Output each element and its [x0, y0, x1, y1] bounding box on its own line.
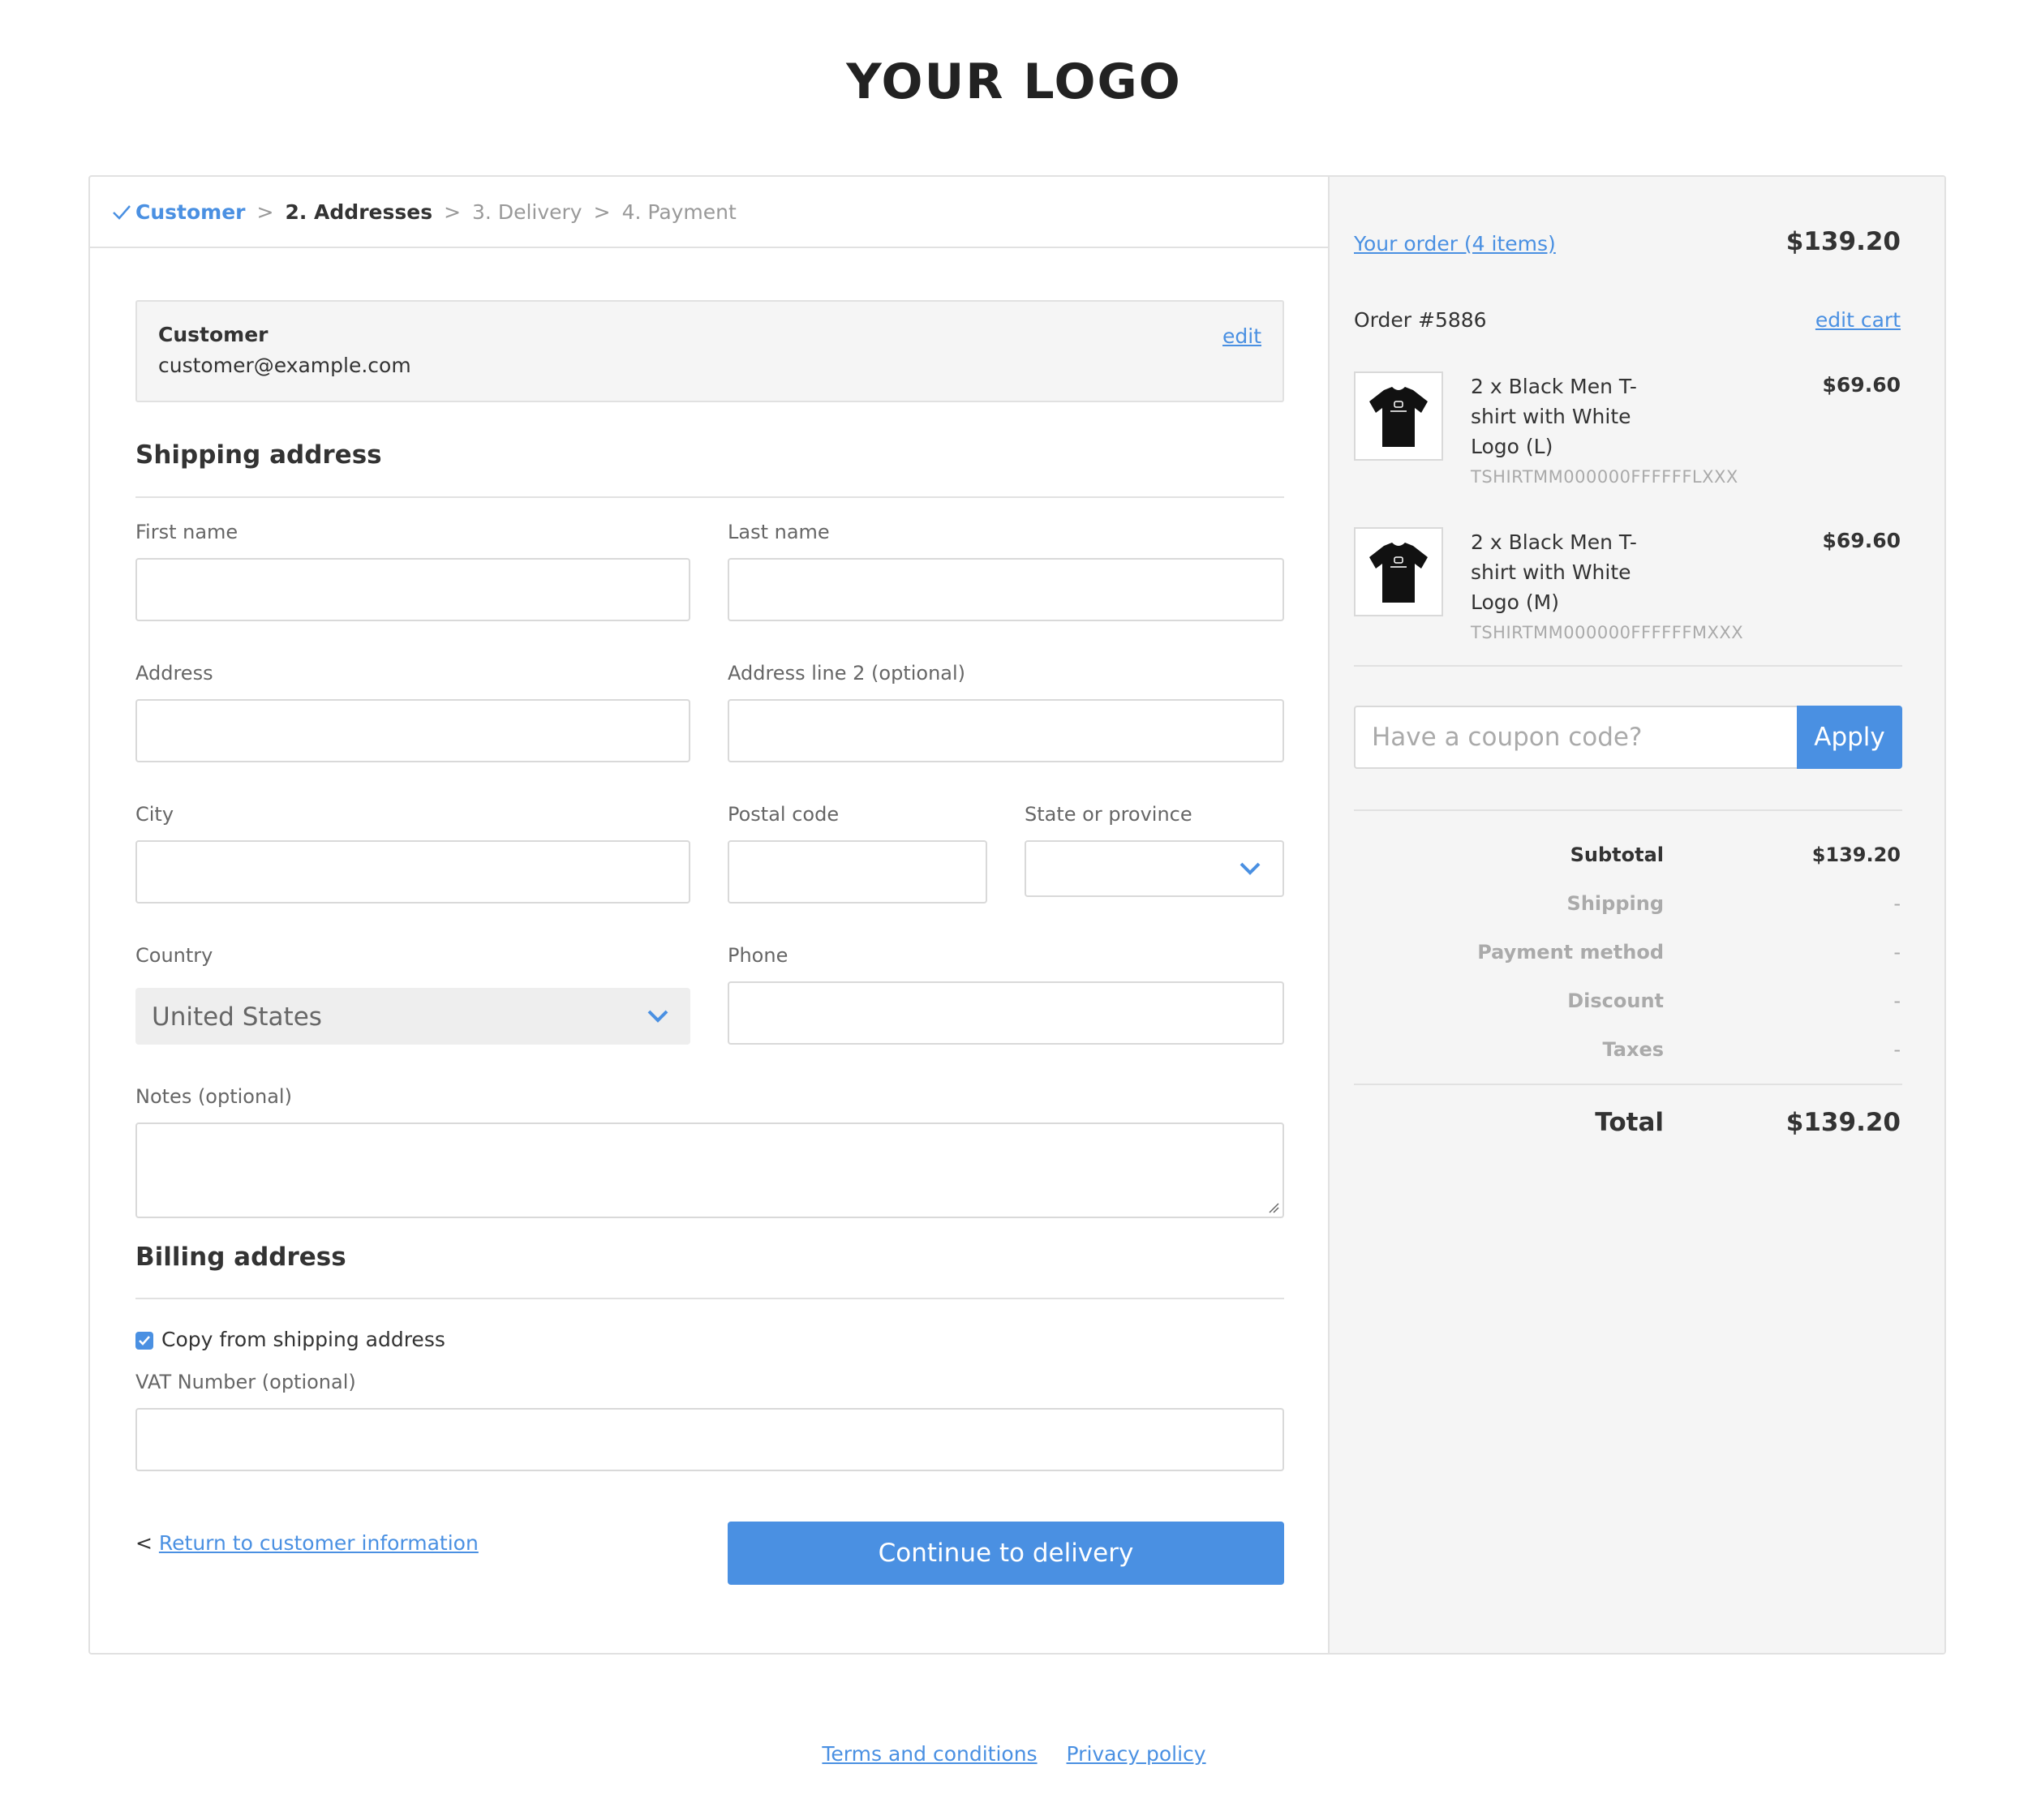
- chevron-down-icon: [1240, 862, 1261, 875]
- first-name-input[interactable]: [135, 558, 690, 621]
- country-value: United States: [152, 1002, 322, 1032]
- subtotal-label: Subtotal: [1570, 843, 1664, 866]
- edit-customer-link[interactable]: edit: [1222, 324, 1261, 348]
- discount-label: Discount: [1567, 989, 1664, 1012]
- step-payment: 4. Payment: [621, 200, 737, 224]
- item-sku: TSHIRTMM000000FFFFFFLXXX: [1471, 467, 1738, 487]
- city-input[interactable]: [135, 840, 690, 904]
- divider: [1354, 1084, 1902, 1085]
- address-label: Address: [135, 662, 213, 685]
- tshirt-icon: [1369, 543, 1428, 603]
- billing-address-title: Billing address: [135, 1243, 346, 1272]
- payment-method-label: Payment method: [1477, 941, 1664, 964]
- step-customer-label: Customer: [135, 200, 246, 224]
- vat-label: VAT Number (optional): [135, 1371, 356, 1393]
- payment-method-value: -: [1893, 941, 1901, 964]
- step-delivery: 3. Delivery: [472, 200, 582, 224]
- footer-links: Terms and conditions Privacy policy: [0, 1742, 2028, 1766]
- resize-handle-icon[interactable]: [1268, 1202, 1279, 1213]
- last-name-label: Last name: [728, 521, 830, 543]
- total-label: Total: [1595, 1108, 1664, 1137]
- back-chevron: <: [135, 1531, 153, 1555]
- address-line2-label: Address line 2 (optional): [728, 662, 966, 685]
- divider: [1354, 665, 1902, 667]
- divider: [135, 496, 1284, 498]
- first-name-label: First name: [135, 521, 238, 543]
- phone-input[interactable]: [728, 981, 1284, 1045]
- chevron-down-icon: [647, 1010, 668, 1023]
- item-name: 2 x Black Men T-shirt with White Logo (L…: [1471, 375, 1637, 458]
- address-line2-input[interactable]: [728, 699, 1284, 762]
- tshirt-icon: [1369, 387, 1428, 447]
- postal-code-label: Postal code: [728, 803, 840, 826]
- shipping-value: -: [1893, 892, 1901, 915]
- item-name: 2 x Black Men T-shirt with White Logo (M…: [1471, 530, 1637, 614]
- check-icon: [113, 205, 131, 220]
- order-summary-panel: Your order (4 items) $139.20 Order #5886…: [1328, 177, 1944, 1653]
- subtotal-value: $139.20: [1811, 843, 1901, 866]
- shipping-address-title: Shipping address: [135, 440, 382, 470]
- city-label: City: [135, 803, 174, 826]
- copy-shipping-label[interactable]: Copy from shipping address: [161, 1328, 445, 1351]
- order-number: Order #5886: [1354, 308, 1487, 332]
- taxes-value: -: [1893, 1038, 1901, 1061]
- item-price: $69.60: [1822, 373, 1901, 397]
- address-input[interactable]: [135, 699, 690, 762]
- step-customer[interactable]: Customer: [111, 200, 246, 224]
- phone-label: Phone: [728, 944, 788, 967]
- return-to-customer-link[interactable]: Return to customer information: [159, 1531, 479, 1555]
- divider: [135, 1298, 1284, 1299]
- copy-shipping-checkbox[interactable]: [135, 1332, 153, 1350]
- continue-to-delivery-button[interactable]: Continue to delivery: [728, 1522, 1284, 1585]
- customer-email: customer@example.com: [158, 354, 411, 377]
- checkmark-icon: [139, 1336, 150, 1346]
- postal-code-input[interactable]: [728, 840, 987, 904]
- total-value: $139.20: [1785, 1108, 1901, 1137]
- checkout-steps: Customer > 2. Addresses > 3. Delivery > …: [90, 177, 1328, 248]
- state-select[interactable]: [1025, 840, 1284, 897]
- logo: YOUR LOGO: [846, 54, 1182, 110]
- step-addresses: 2. Addresses: [285, 200, 433, 224]
- country-label: Country: [135, 944, 213, 967]
- step-separator: >: [593, 200, 611, 224]
- customer-box-title: Customer: [158, 323, 269, 346]
- state-label: State or province: [1025, 803, 1192, 826]
- discount-value: -: [1893, 989, 1901, 1012]
- notes-textarea[interactable]: [135, 1122, 1284, 1218]
- your-order-link[interactable]: Your order (4 items): [1354, 232, 1556, 255]
- customer-summary-box: Customer customer@example.com edit: [135, 300, 1284, 402]
- checkout-card: Customer > 2. Addresses > 3. Delivery > …: [88, 175, 1946, 1655]
- apply-coupon-button[interactable]: Apply: [1797, 706, 1902, 769]
- product-thumbnail: [1354, 527, 1443, 616]
- checkout-form-column: Customer > 2. Addresses > 3. Delivery > …: [90, 177, 1328, 1653]
- vat-input[interactable]: [135, 1408, 1284, 1471]
- terms-link[interactable]: Terms and conditions: [822, 1742, 1037, 1766]
- product-thumbnail: [1354, 371, 1443, 461]
- divider: [1354, 809, 1902, 811]
- step-separator: >: [256, 200, 274, 224]
- privacy-link[interactable]: Privacy policy: [1067, 1742, 1206, 1766]
- step-separator: >: [444, 200, 462, 224]
- coupon-input[interactable]: Have a coupon code?: [1354, 706, 1797, 769]
- order-total-top: $139.20: [1785, 227, 1901, 256]
- last-name-input[interactable]: [728, 558, 1284, 621]
- item-sku: TSHIRTMM000000FFFFFFMXXX: [1471, 623, 1744, 642]
- taxes-label: Taxes: [1602, 1038, 1664, 1061]
- shipping-label: Shipping: [1566, 892, 1664, 915]
- back-link-row: < Return to customer information: [135, 1531, 479, 1555]
- notes-label: Notes (optional): [135, 1085, 292, 1108]
- coupon-placeholder: Have a coupon code?: [1372, 723, 1643, 752]
- country-select[interactable]: United States: [135, 988, 690, 1045]
- edit-cart-link[interactable]: edit cart: [1815, 308, 1901, 332]
- item-price: $69.60: [1822, 529, 1901, 552]
